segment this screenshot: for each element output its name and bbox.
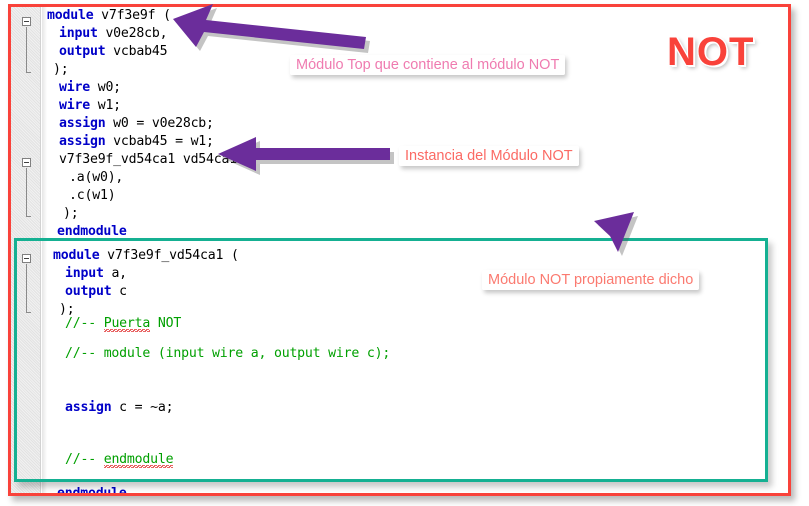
fold-marker-collapse-icon[interactable] — [22, 158, 31, 167]
fold-bracket-end — [26, 312, 31, 313]
code-token: Puerta — [103, 316, 151, 332]
code-token: w0; — [89, 80, 121, 95]
code-line[interactable]: //-- Puerta NOT — [47, 315, 181, 333]
code-token: //-- — [65, 452, 104, 467]
code-token: v7f3e9f_vd54ca1 vd54ca1 ( — [59, 152, 253, 167]
code-line[interactable]: endmodule — [47, 223, 127, 241]
code-token: output — [65, 284, 112, 299]
page-title-not: NOT — [667, 30, 755, 74]
code-token: .c(w1) — [69, 188, 116, 203]
code-line[interactable]: //-- endmodule — [47, 451, 174, 469]
code-token: endmodule — [103, 452, 174, 468]
code-token: v7f3e9f_vd54ca1 ( — [99, 248, 239, 263]
fold-bracket-line — [26, 264, 27, 312]
code-line[interactable]: module v7f3e9f_vd54ca1 ( — [47, 247, 239, 265]
code-token: ); — [63, 206, 79, 221]
code-line[interactable]: endmodule — [47, 485, 127, 493]
code-line[interactable]: input a, — [47, 265, 127, 283]
code-line[interactable]: ); — [47, 61, 69, 79]
code-token: output — [59, 44, 106, 59]
code-token: wire — [59, 80, 90, 95]
code-token: .a(w0), — [69, 170, 124, 185]
code-line[interactable]: module v7f3e9f ( — [47, 7, 171, 25]
code-token: vcbab45 = w1; — [105, 134, 214, 149]
code-line[interactable]: assign c = ~a; — [47, 399, 174, 417]
code-line[interactable]: output vcbab45 — [47, 43, 168, 61]
code-token: v7f3e9f ( — [93, 8, 171, 23]
code-line[interactable]: assign w0 = v0e28cb; — [47, 115, 214, 133]
code-token: input — [65, 266, 104, 281]
code-token: w0 = v0e28cb; — [105, 116, 214, 131]
callout-instance: Instancia del Módulo NOT — [399, 146, 579, 166]
code-token: module — [53, 248, 100, 263]
code-token: //-- module (input wire a, output wire c… — [65, 346, 391, 361]
code-line[interactable]: wire w1; — [47, 97, 121, 115]
code-token: assign — [59, 116, 106, 131]
fold-bracket-end — [26, 72, 31, 73]
editor-gutter[interactable] — [11, 7, 41, 493]
code-line[interactable]: wire w0; — [47, 79, 121, 97]
code-token: ); — [53, 62, 69, 77]
code-token: NOT — [150, 316, 182, 331]
callout-not-module: Módulo NOT propiamente dicho — [482, 270, 700, 290]
code-line[interactable]: .a(w0), — [47, 169, 123, 187]
code-token: module — [47, 8, 94, 23]
code-token: a, — [103, 266, 127, 281]
code-token: v0e28cb, — [97, 26, 168, 41]
callout-top-module: Módulo Top que contiene al módulo NOT — [290, 55, 566, 75]
fold-bracket-line — [26, 168, 27, 216]
code-line[interactable]: assign vcbab45 = w1; — [47, 133, 214, 151]
code-token: c — [111, 284, 127, 299]
code-line[interactable]: //-- module (input wire a, output wire c… — [47, 345, 390, 363]
code-line[interactable]: ); — [47, 205, 79, 223]
fold-marker-collapse-icon[interactable] — [22, 17, 31, 26]
code-text-area[interactable]: module v7f3e9f (input v0e28cb, output vcb… — [47, 7, 788, 493]
code-token: //-- — [65, 316, 104, 331]
fold-bracket-end — [26, 216, 31, 217]
code-token: wire — [59, 98, 90, 113]
code-token: vcbab45 — [105, 44, 168, 59]
fold-bracket-line — [26, 27, 27, 72]
code-token: c = ~a; — [111, 400, 174, 415]
fold-marker-collapse-icon[interactable] — [22, 254, 31, 263]
code-token: assign — [65, 400, 112, 415]
code-token: endmodule — [57, 486, 127, 493]
code-line[interactable]: v7f3e9f_vd54ca1 vd54ca1 ( — [47, 151, 253, 169]
code-line[interactable]: .c(w1) — [47, 187, 116, 205]
code-token: endmodule — [57, 224, 127, 239]
code-line[interactable]: output c — [47, 283, 127, 301]
code-token: w1; — [89, 98, 121, 113]
code-token: assign — [59, 134, 106, 149]
code-line[interactable]: input v0e28cb, — [47, 25, 168, 43]
code-token: input — [59, 26, 98, 41]
code-editor-pane[interactable]: module v7f3e9f (input v0e28cb, output vcb… — [11, 7, 788, 493]
screenshot-root: module v7f3e9f (input v0e28cb, output vcb… — [0, 0, 809, 506]
